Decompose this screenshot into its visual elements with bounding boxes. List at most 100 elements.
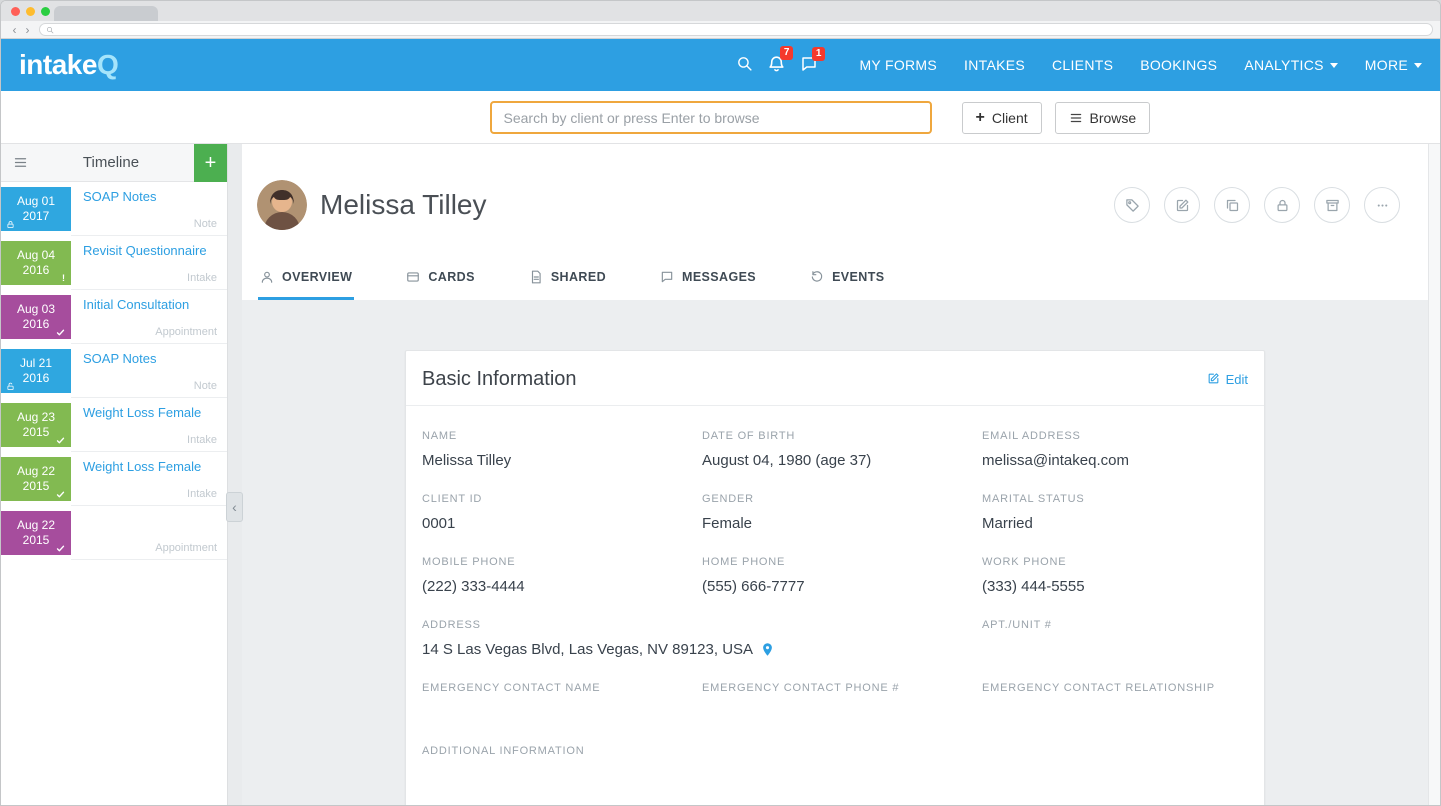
tab-overview[interactable]: OVERVIEW xyxy=(258,262,354,300)
timeline-item-type: Appointment xyxy=(155,326,217,338)
list-icon[interactable] xyxy=(13,155,28,170)
timeline-item-type: Appointment xyxy=(155,542,217,554)
close-window-button[interactable] xyxy=(11,7,20,16)
lock-icon xyxy=(6,220,15,229)
field-emergency-contact-phone: EMERGENCY CONTACT PHONE # xyxy=(702,682,968,723)
browser-tab[interactable] xyxy=(54,6,158,21)
timeline-item[interactable]: Aug 232015Weight Loss FemaleIntake xyxy=(1,398,227,452)
collapse-sidebar-button[interactable]: ‹ xyxy=(226,492,243,522)
basic-info-header: Basic Information Edit xyxy=(406,351,1264,406)
timeline-header: Timeline + xyxy=(1,144,227,182)
edit-icon xyxy=(1207,372,1220,388)
timeline-item[interactable]: Aug 012017SOAP NotesNote xyxy=(1,182,227,236)
timeline-item-title: SOAP Notes xyxy=(83,351,217,367)
header-right: 7 1 MY FORMS INTAKES CLIENTS BOOKINGS ANALYT… xyxy=(722,54,1422,76)
minimize-window-button[interactable] xyxy=(26,7,35,16)
check-icon xyxy=(56,544,65,553)
field-additional-information: ADDITIONAL INFORMATION xyxy=(422,745,1248,786)
tab-cards[interactable]: CARDS xyxy=(404,262,476,300)
caret-down-icon xyxy=(1330,63,1338,68)
copy-button[interactable] xyxy=(1214,187,1250,223)
nav-my-forms[interactable]: MY FORMS xyxy=(859,57,937,73)
caret-down-icon xyxy=(1414,63,1422,68)
timeline-item[interactable]: Jul 212016SOAP NotesNote xyxy=(1,344,227,398)
edit-basic-info-link[interactable]: Edit xyxy=(1207,372,1248,388)
plus-icon: + xyxy=(976,110,985,126)
field-email-address: EMAIL ADDRESSmelissa@intakeq.com xyxy=(982,430,1248,471)
field-label: EMAIL ADDRESS xyxy=(982,430,1248,442)
unlock-icon xyxy=(6,382,15,391)
timeline-date: Aug 032016 xyxy=(1,295,71,339)
field-emergency-contact-relationship: EMERGENCY CONTACT RELATIONSHIP xyxy=(982,682,1248,723)
app-logo[interactable]: intakeQ xyxy=(19,49,118,81)
field-label: ADDRESS xyxy=(422,619,968,631)
overview-body: Basic Information Edit NAMEMelissa Tille… xyxy=(242,300,1428,805)
timeline-date: Aug 042016! xyxy=(1,241,71,285)
list-icon xyxy=(1069,111,1083,125)
client-name: Melissa Tilley xyxy=(320,189,486,221)
nav-more[interactable]: MORE xyxy=(1365,57,1422,73)
edit-button[interactable] xyxy=(1164,187,1200,223)
add-timeline-item-button[interactable]: + xyxy=(194,144,227,182)
notifications-button[interactable]: 7 xyxy=(767,54,786,76)
copy-icon xyxy=(1225,198,1240,213)
edit-label: Edit xyxy=(1226,372,1248,387)
field-label: MOBILE PHONE xyxy=(422,556,688,568)
field-work-phone: WORK PHONE(333) 444-5555 xyxy=(982,556,1248,597)
nav-clients[interactable]: CLIENTS xyxy=(1052,57,1113,73)
client-search-input[interactable] xyxy=(490,101,932,134)
timeline-date: Aug 232015 xyxy=(1,403,71,447)
field-home-phone: HOME PHONE(555) 666-7777 xyxy=(702,556,968,597)
scrollbar-track[interactable] xyxy=(1428,144,1440,805)
exclamation-icon: ! xyxy=(62,274,65,283)
field-value: (222) 333-4444 xyxy=(422,576,688,597)
check-icon xyxy=(56,436,65,445)
forward-icon[interactable]: › xyxy=(21,24,34,36)
global-search-button[interactable] xyxy=(736,55,753,75)
field-marital-status: MARITAL STATUSMarried xyxy=(982,493,1248,534)
nav-label: BOOKINGS xyxy=(1140,57,1217,73)
field-label: WORK PHONE xyxy=(982,556,1248,568)
nav-bookings[interactable]: BOOKINGS xyxy=(1140,57,1217,73)
field-name: NAMEMelissa Tilley xyxy=(422,430,688,471)
timeline-item[interactable]: Aug 222015Appointment xyxy=(1,506,227,560)
nav-label: ANALYTICS xyxy=(1244,57,1323,73)
field-value: Female xyxy=(702,513,968,534)
app-header: intakeQ 7 1 MY FORMS INTAKES CLIENTS BOOKIN… xyxy=(1,39,1440,91)
timeline-list: Aug 012017SOAP NotesNote Aug 042016! Revis… xyxy=(1,182,227,560)
lock-button[interactable] xyxy=(1264,187,1300,223)
url-bar[interactable] xyxy=(39,23,1433,36)
check-icon xyxy=(56,490,65,499)
map-pin-icon[interactable] xyxy=(760,642,775,657)
timeline-item[interactable]: Aug 042016!Revisit QuestionnaireIntake xyxy=(1,236,227,290)
zoom-window-button[interactable] xyxy=(41,7,50,16)
client-avatar xyxy=(257,180,307,230)
nav-analytics[interactable]: ANALYTICS xyxy=(1244,57,1337,73)
logo-q: Q xyxy=(97,49,118,80)
browse-button[interactable]: Browse xyxy=(1055,102,1151,134)
tag-button[interactable] xyxy=(1114,187,1150,223)
archive-button[interactable] xyxy=(1314,187,1350,223)
message-badge: 1 xyxy=(812,47,826,61)
field-value xyxy=(982,639,1248,660)
back-icon[interactable]: ‹ xyxy=(8,24,21,36)
tab-shared[interactable]: SHARED xyxy=(527,262,608,300)
timeline-item-title: Weight Loss Female xyxy=(83,405,217,421)
field-label: GENDER xyxy=(702,493,968,505)
tab-events[interactable]: EVENTS xyxy=(808,262,886,300)
client-header: Melissa Tilley OVERVIEW CARDS SHARED MESSAG… xyxy=(242,144,1428,300)
window-controls xyxy=(11,7,50,16)
timeline-item[interactable]: Aug 222015Weight Loss FemaleIntake xyxy=(1,452,227,506)
tab-messages[interactable]: MESSAGES xyxy=(658,262,758,300)
add-client-button[interactable]: + Client xyxy=(962,102,1042,134)
timeline-item-title: Revisit Questionnaire xyxy=(83,243,217,259)
nav-intakes[interactable]: INTAKES xyxy=(964,57,1025,73)
field-value: Married xyxy=(982,513,1248,534)
field-apt-unit: APT./UNIT # xyxy=(982,619,1248,660)
add-client-label: Client xyxy=(992,110,1028,126)
browser-window: ‹ › intakeQ 7 1 MY FORMSINTAKESCLIE xyxy=(0,0,1441,806)
timeline-item[interactable]: Aug 032016Initial ConsultationAppointmen… xyxy=(1,290,227,344)
more-button[interactable] xyxy=(1364,187,1400,223)
field-value xyxy=(422,702,688,723)
messages-button[interactable]: 1 xyxy=(800,55,818,76)
